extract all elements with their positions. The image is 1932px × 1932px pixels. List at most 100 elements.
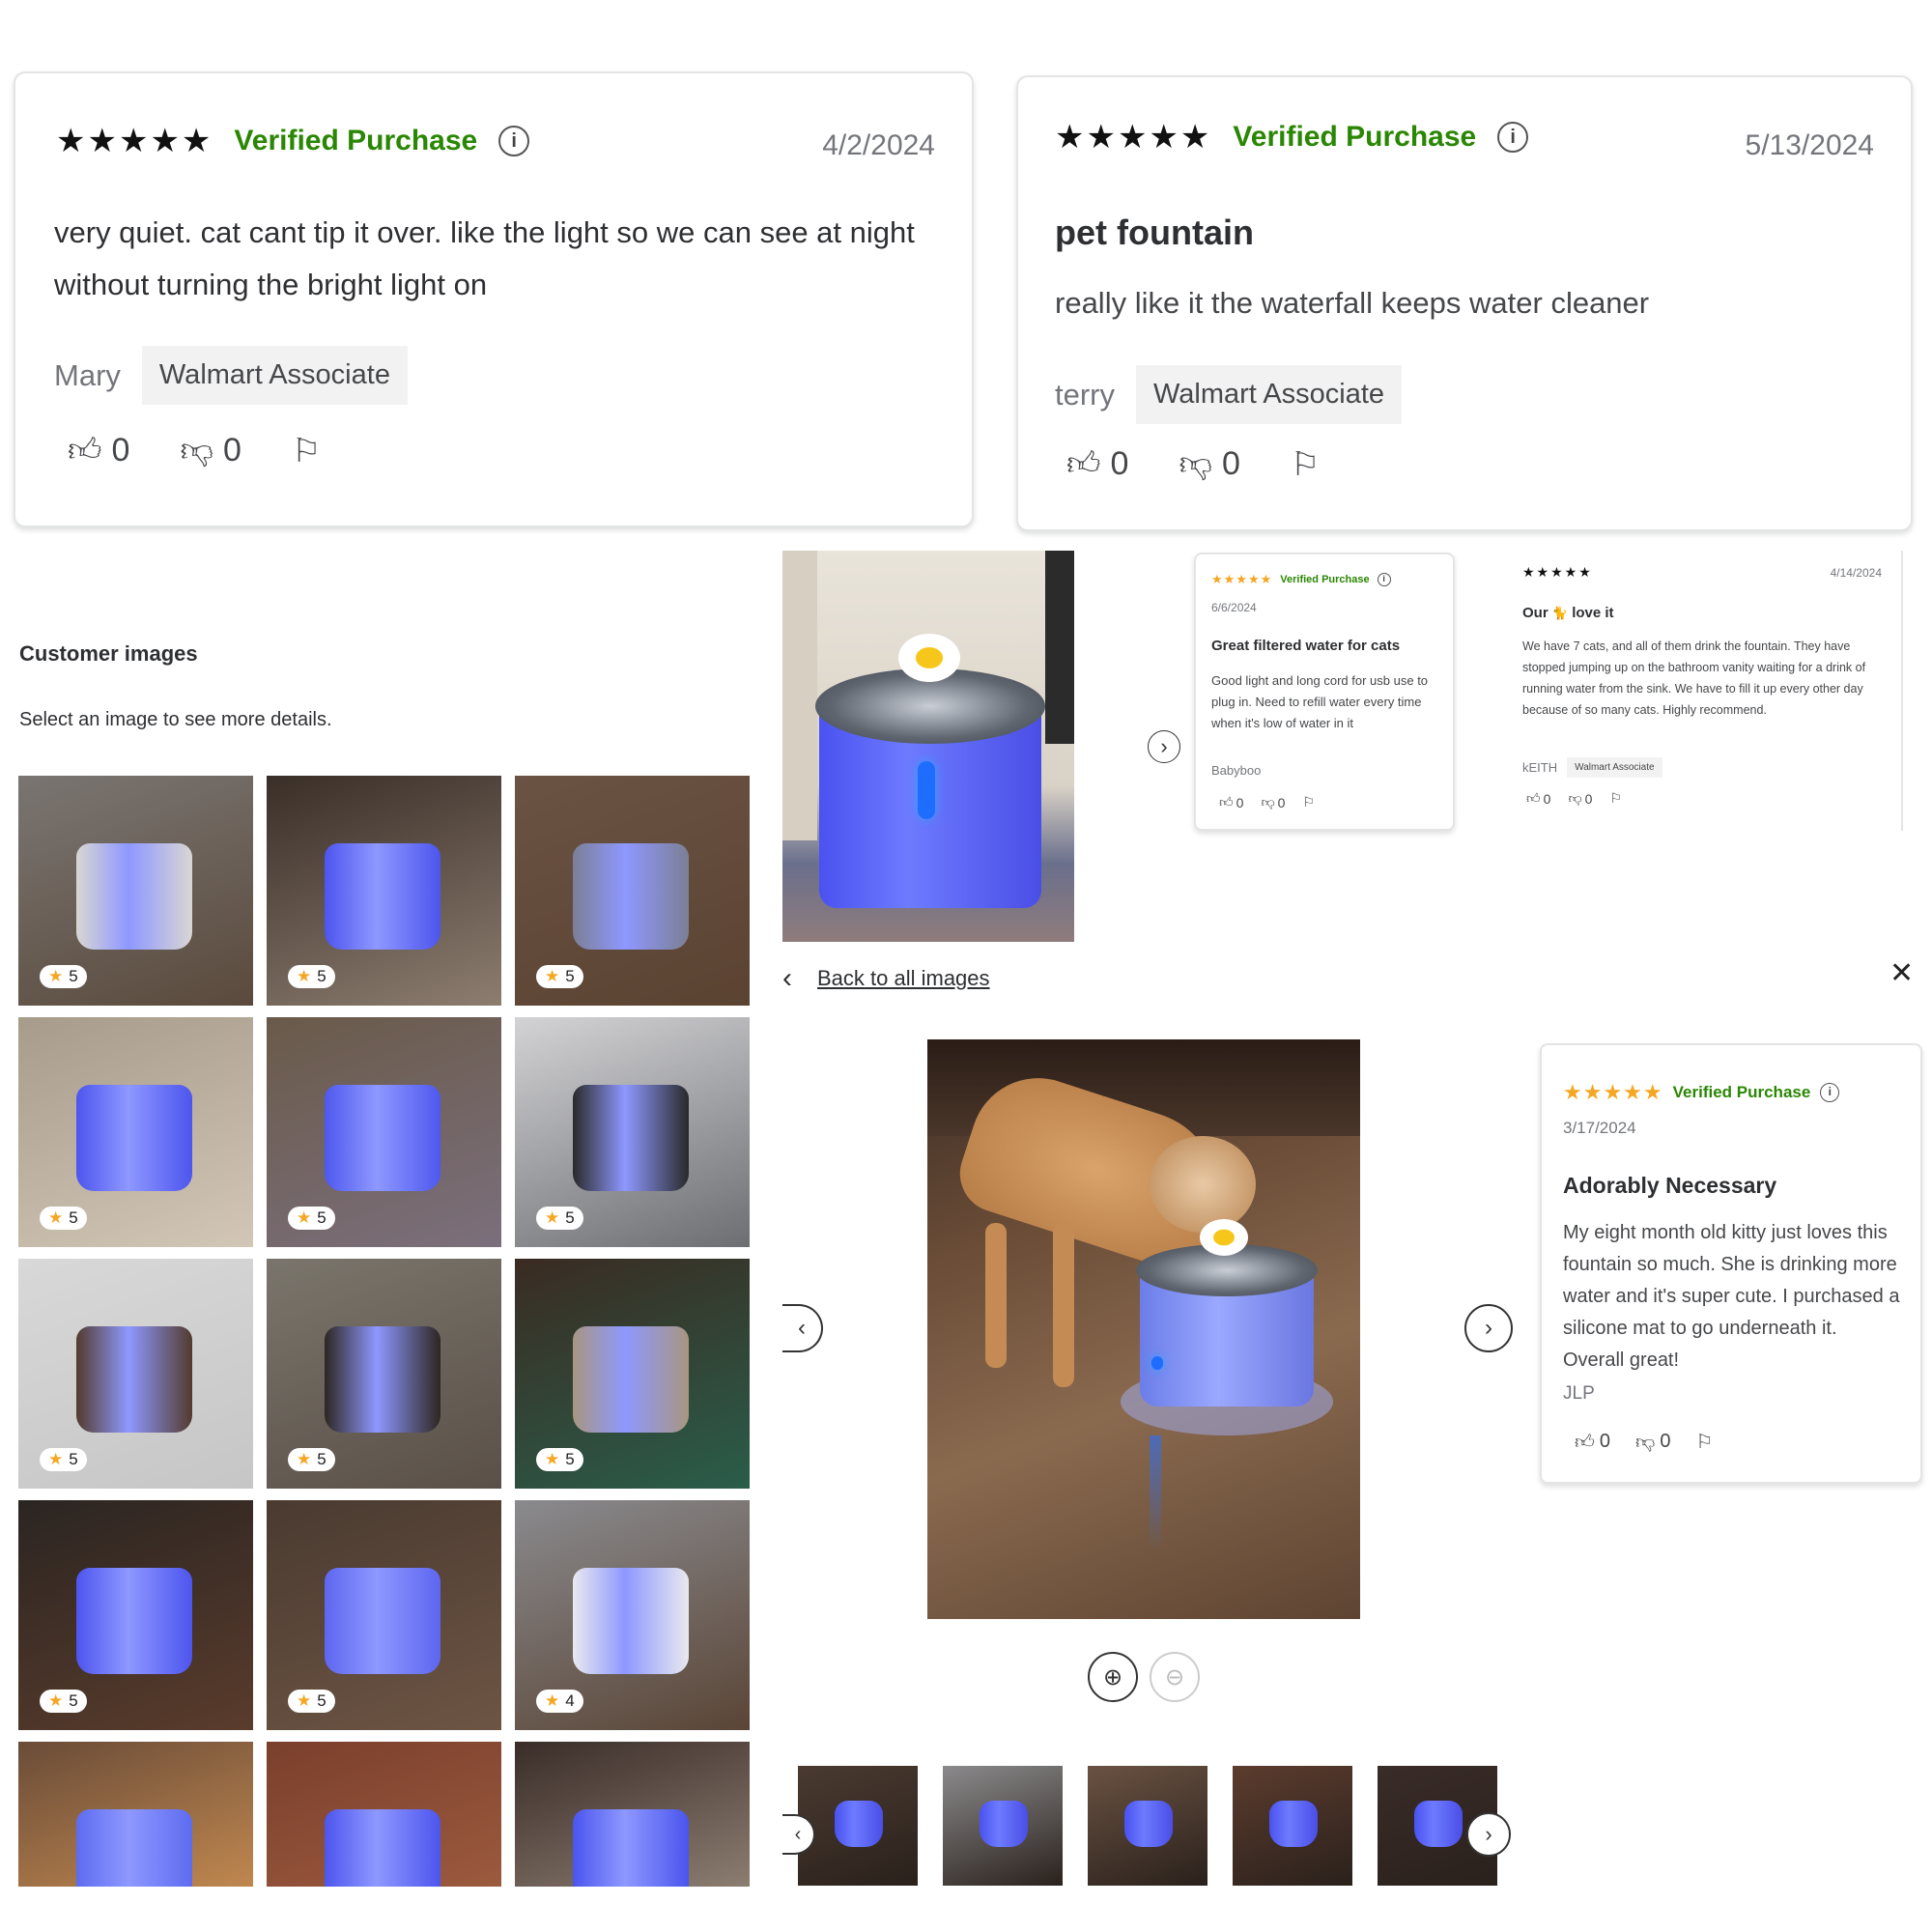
walmart-associate-badge: Walmart Associate <box>1567 757 1662 778</box>
rating-badge: ★ 5 <box>40 1207 87 1230</box>
report-button[interactable]: ⚐ <box>292 431 321 470</box>
thumbs-up-icon: 👍︎ <box>1526 790 1541 806</box>
fountain-photo-subject <box>573 1809 689 1887</box>
review-title: Adorably Necessary <box>1563 1173 1777 1198</box>
customer-image-tile[interactable]: ★ 5 <box>267 1017 501 1247</box>
carousel-review-card-1[interactable]: ★★★★★ Verified Purchase i 6/6/2024 Great… <box>1194 553 1455 831</box>
fountain-photo-subject <box>1269 1801 1318 1847</box>
customer-image-tile[interactable]: ★ 5 <box>267 776 501 1006</box>
star-icon: ★ <box>545 1208 560 1227</box>
flag-icon: ⚐ <box>1695 1432 1714 1453</box>
review-card-2: ★★★★★ Verified Purchase i 5/13/2024 pet … <box>1016 75 1913 531</box>
thumbs-up-icon: 👍︎ <box>1219 794 1234 810</box>
carousel-review-card-2[interactable]: ★★★★★ 4/14/2024 Our 🐈 love it We have 7 … <box>1503 551 1903 831</box>
unhelpful-button[interactable]: 👎︎ 0 <box>1635 1430 1670 1454</box>
thumbs-up-icon: 👍︎ <box>1575 1431 1595 1453</box>
star-icon: ★ <box>297 1691 312 1710</box>
zoom-out-button[interactable]: ⊖ <box>1150 1652 1200 1702</box>
customer-image-tile[interactable]: ★ 5 <box>515 1017 750 1247</box>
helpful-button[interactable]: 👍︎ 0 <box>1575 1430 1610 1454</box>
report-button[interactable]: ⚐ <box>1609 790 1622 807</box>
report-button[interactable]: ⚐ <box>1291 444 1320 484</box>
report-button[interactable]: ⚐ <box>1302 794 1315 810</box>
viewer-thumbnail[interactable] <box>943 1766 1063 1886</box>
fountain-photo-subject <box>76 1085 192 1191</box>
report-button[interactable]: ⚐ <box>1695 1430 1713 1454</box>
rating-badge: ★ 5 <box>288 1448 335 1471</box>
review-text: very quiet. cat cant tip it over. like t… <box>54 215 915 301</box>
star-icon: ★ <box>297 1450 312 1468</box>
rating-badge: ★ 5 <box>288 965 335 988</box>
rating-badge: ★ 5 <box>40 1448 87 1471</box>
customer-image-tile[interactable]: ★ 4 <box>515 1500 750 1730</box>
fountain-photo-subject <box>325 1085 440 1191</box>
rating-badge: ★ 5 <box>536 1207 583 1230</box>
thumbs-down-icon: 👎︎ <box>1179 445 1212 482</box>
review-text: My eight month old kitty just loves this… <box>1563 1222 1900 1371</box>
star-icon: ★ <box>48 967 64 985</box>
customer-image-tile[interactable]: ★ 5 <box>267 1500 501 1730</box>
review-title: Our 🐈 love it <box>1522 605 1614 621</box>
fountain-photo-subject <box>325 843 440 950</box>
thumbnails-next-button[interactable]: › <box>1466 1812 1511 1857</box>
flag-icon: ⚐ <box>291 432 322 469</box>
fountain-photo-subject <box>76 1809 192 1887</box>
helpful-button[interactable]: 👍︎ 0 <box>1066 444 1128 484</box>
carousel-next-button[interactable]: › <box>1148 730 1180 763</box>
verified-purchase-label: Verified Purchase <box>1233 121 1477 153</box>
helpful-button[interactable]: 👍︎ 0 <box>1526 790 1550 807</box>
customer-image-tile[interactable]: ★ 5 <box>515 1259 750 1489</box>
thumbs-down-icon: 👎︎ <box>1635 1431 1656 1453</box>
customer-image-tile[interactable] <box>515 1742 750 1887</box>
review-author: JLP <box>1563 1383 1595 1404</box>
viewer-prev-button[interactable]: ‹ <box>782 1304 823 1352</box>
viewer-thumbnail[interactable] <box>1233 1766 1352 1886</box>
info-icon[interactable]: i <box>1497 122 1529 153</box>
viewer-thumbnail[interactable] <box>798 1766 918 1886</box>
review-date: 4/14/2024 <box>1830 566 1882 580</box>
helpful-button[interactable]: 👍︎ 0 <box>1219 794 1243 810</box>
viewer-thumbnail[interactable] <box>1088 1766 1208 1886</box>
thumbs-down-icon: 👎︎ <box>180 432 213 469</box>
unhelpful-button[interactable]: 👎︎ 0 <box>1568 790 1592 807</box>
fountain-photo-subject <box>1414 1801 1463 1847</box>
info-icon[interactable]: i <box>1377 573 1391 586</box>
zoom-in-button[interactable]: ⊕ <box>1088 1652 1138 1702</box>
info-icon[interactable]: i <box>498 126 530 156</box>
unhelpful-button[interactable]: 👎︎ 0 <box>1179 444 1239 484</box>
info-icon[interactable]: i <box>1820 1083 1840 1102</box>
unhelpful-button[interactable]: 👎︎ 0 <box>1261 794 1285 810</box>
review-text: really like it the waterfall keeps water… <box>1055 286 1650 320</box>
fountain-photo-subject <box>76 1326 192 1433</box>
thumbnail-strip <box>798 1766 1497 1886</box>
helpful-button[interactable]: 👍︎ 0 <box>68 431 129 470</box>
review-author: Mary <box>54 357 121 392</box>
star-icon: ★ <box>545 1691 560 1710</box>
customer-image-tile[interactable]: ★ 5 <box>18 1259 253 1489</box>
customer-image-tile[interactable] <box>18 1742 253 1887</box>
customer-image-tile[interactable]: ★ 5 <box>267 1259 501 1489</box>
viewer-next-button[interactable]: › <box>1464 1304 1513 1352</box>
star-icon: ★ <box>545 967 560 985</box>
customer-image-tile[interactable]: ★ 5 <box>18 776 253 1006</box>
unhelpful-button[interactable]: 👎︎ 0 <box>180 431 241 470</box>
customer-image-tile[interactable] <box>267 1742 501 1887</box>
star-icon: ★ <box>297 967 312 985</box>
thumbs-down-icon: 👎︎ <box>1261 794 1275 810</box>
back-to-all-images-link[interactable]: ‹ Back to all images <box>782 962 990 995</box>
rating-stars: ★★★★★ <box>1211 572 1273 586</box>
preview-image[interactable] <box>782 551 1074 942</box>
fountain-photo-subject <box>76 1568 192 1674</box>
customer-image-tile[interactable]: ★ 5 <box>18 1500 253 1730</box>
customer-image-tile[interactable]: ★ 5 <box>515 776 750 1006</box>
review-author: kEITH <box>1522 760 1558 775</box>
zoom-out-icon: ⊖ <box>1164 1663 1185 1690</box>
customer-image-tile[interactable]: ★ 5 <box>18 1017 253 1247</box>
review-date: 5/13/2024 <box>1745 129 1874 161</box>
fountain-photo-subject <box>835 1801 883 1847</box>
walmart-associate-badge: Walmart Associate <box>141 346 408 405</box>
rating-stars: ★★★★★ <box>56 123 213 159</box>
cat-emoji-icon: 🐈 <box>1551 606 1569 620</box>
close-icon[interactable]: ✕ <box>1889 956 1914 990</box>
detail-review-card: ★★★★★ Verified Purchase i 3/17/2024 Ador… <box>1540 1043 1922 1484</box>
